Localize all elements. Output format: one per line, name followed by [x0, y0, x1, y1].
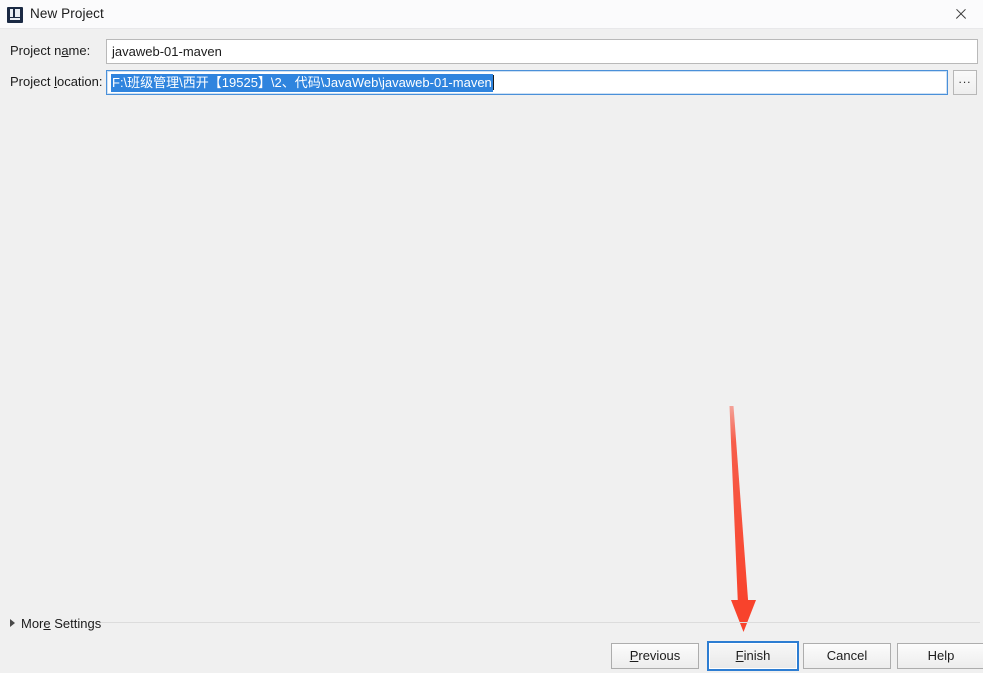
project-location-input[interactable]: F:\班级管理\西开【19525】\2、代码\JavaWeb\javaweb-0… [106, 70, 948, 95]
red-arrow-annotation [729, 406, 756, 632]
footer-separator [101, 622, 980, 623]
more-settings-label: More Settings [21, 615, 102, 631]
cancel-button[interactable]: Cancel [803, 643, 891, 669]
project-name-input[interactable]: javaweb-01-maven [106, 39, 978, 64]
project-location-label: Project location: [10, 74, 103, 89]
dialog-button-bar: Previous Finish Cancel Help [611, 641, 983, 671]
browse-folder-button[interactable]: ... [953, 70, 977, 95]
project-location-value: F:\班级管理\西开【19525】\2、代码\JavaWeb\javaweb-0… [111, 74, 493, 92]
previous-button[interactable]: Previous [611, 643, 699, 669]
new-project-dialog: New Project Project name: javaweb-01-mav… [0, 0, 983, 673]
close-icon[interactable] [938, 0, 983, 28]
window-title: New Project [30, 6, 104, 21]
help-button[interactable]: Help [897, 643, 983, 669]
project-name-label: Project name: [10, 43, 91, 58]
intellij-idea-icon [7, 7, 23, 23]
finish-button[interactable]: Finish [707, 641, 799, 671]
title-bar: New Project [0, 0, 983, 29]
text-caret [492, 75, 494, 90]
more-settings-toggle[interactable]: More Settings [10, 614, 101, 632]
chevron-right-icon [10, 619, 15, 627]
